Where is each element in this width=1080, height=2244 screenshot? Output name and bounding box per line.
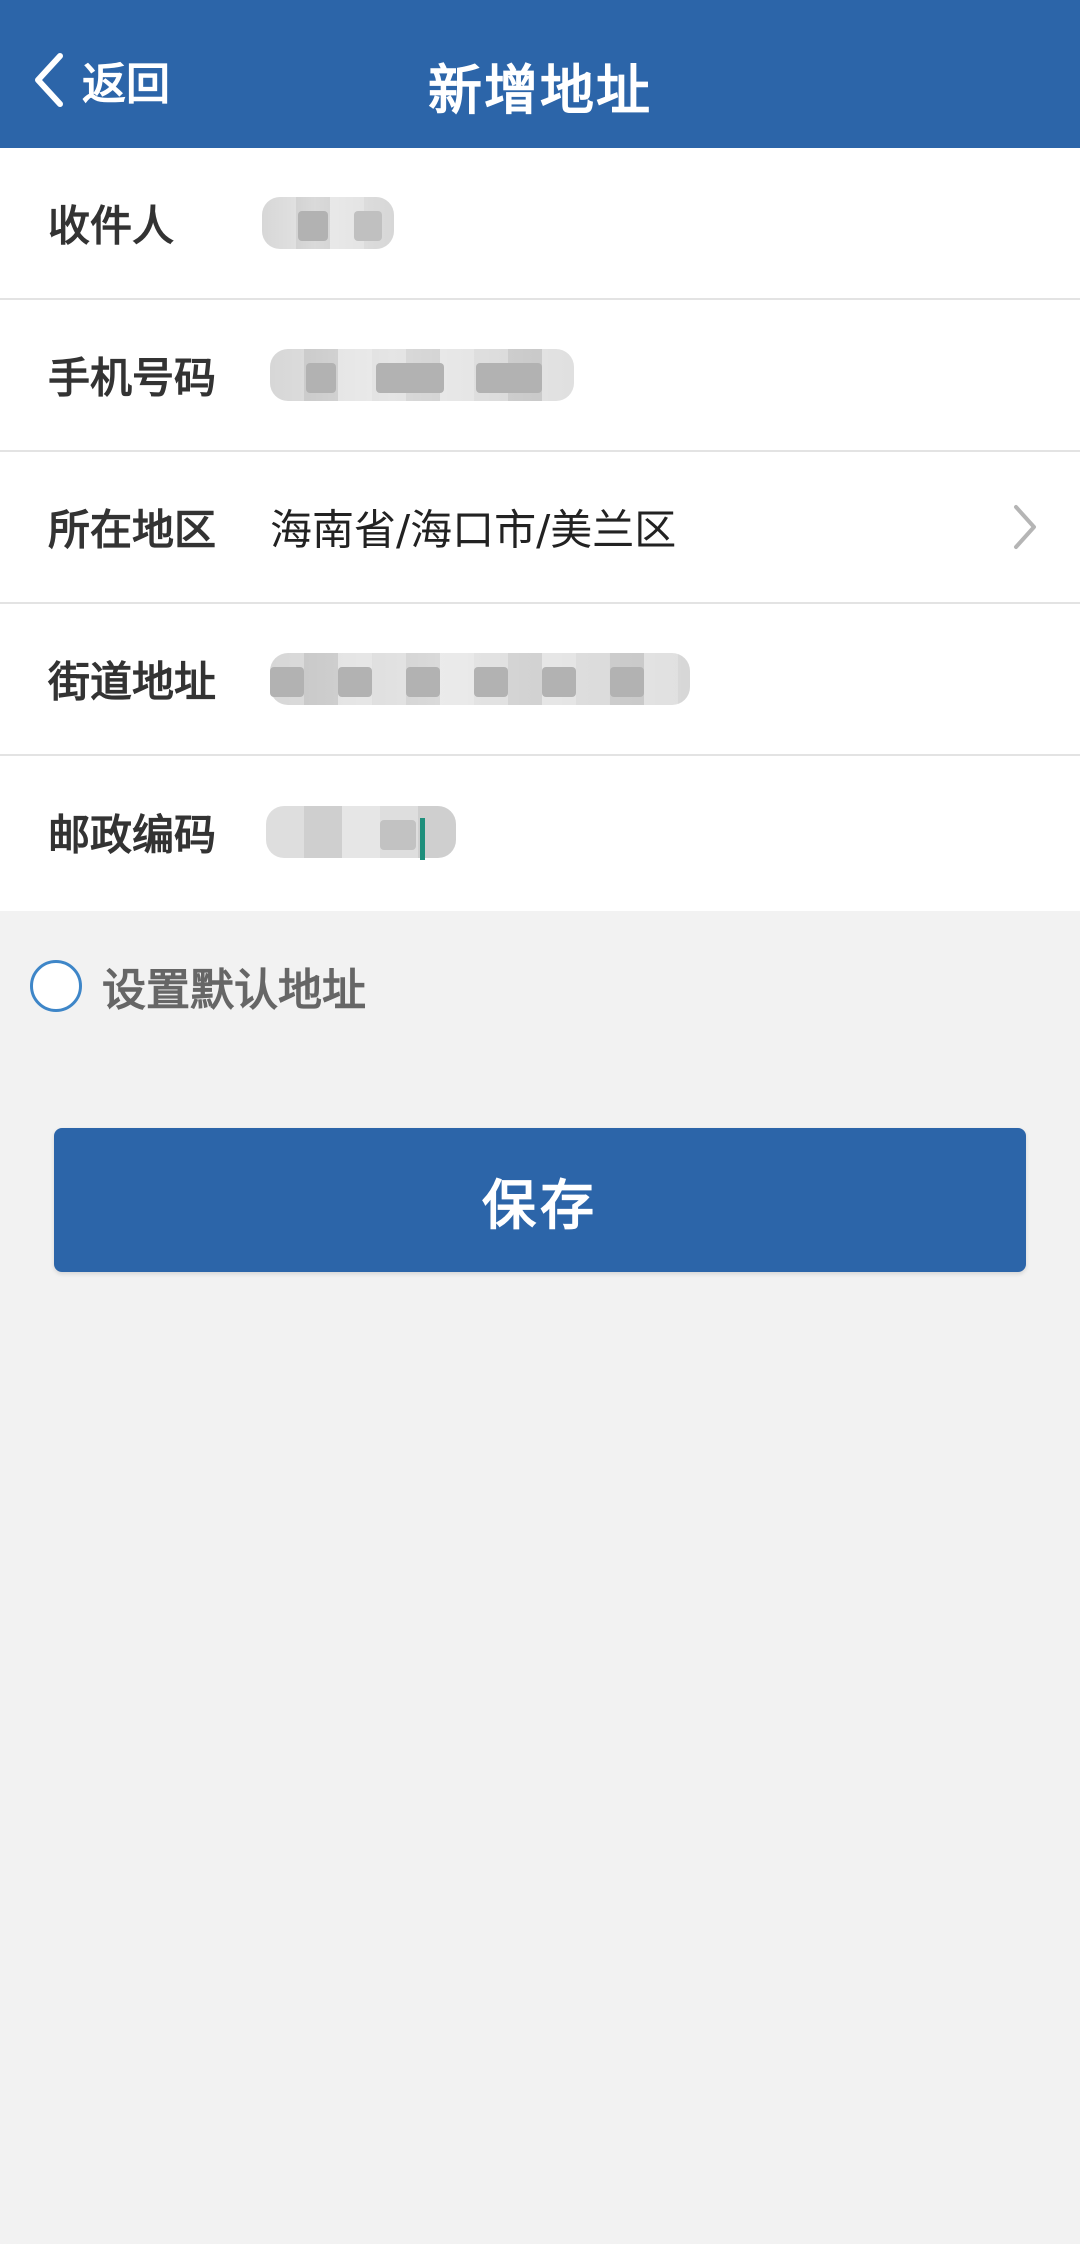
default-address-toggle[interactable]: 设置默认地址 (30, 956, 366, 1016)
region-value: 海南省/海口市/美兰区 (270, 505, 677, 555)
default-address-label: 设置默认地址 (102, 965, 366, 1016)
postcode-input[interactable] (266, 806, 456, 860)
recipient-label: 收件人 (48, 201, 175, 251)
address-form: 收件人 手机号码 所在地区 海南省/海口市/美兰区 街道地址 邮政编码 (0, 148, 1080, 911)
phone-label: 手机号码 (48, 353, 217, 403)
phone-row[interactable]: 手机号码 (0, 300, 1080, 452)
postcode-label: 邮政编码 (48, 810, 217, 860)
blur-block (298, 211, 328, 241)
region-label: 所在地区 (48, 505, 217, 555)
recipient-row[interactable]: 收件人 (0, 148, 1080, 300)
street-input[interactable] (270, 653, 690, 705)
default-address-radio[interactable] (30, 960, 82, 1012)
blur-block (376, 363, 444, 393)
phone-input[interactable] (270, 349, 574, 401)
postcode-row[interactable]: 邮政编码 (0, 756, 1080, 908)
save-button[interactable]: 保存 (54, 1128, 1026, 1272)
blur-block (406, 667, 440, 697)
blur-block (306, 363, 336, 393)
blur-block (474, 667, 508, 697)
blur-block (270, 667, 304, 697)
recipient-input[interactable] (262, 197, 394, 249)
region-row[interactable]: 所在地区 海南省/海口市/美兰区 (0, 452, 1080, 604)
blur-block (354, 211, 382, 241)
street-row[interactable]: 街道地址 (0, 604, 1080, 756)
chevron-right-icon (1014, 505, 1036, 549)
text-cursor (420, 818, 425, 860)
blur-block (610, 667, 644, 697)
blur-block (476, 363, 542, 393)
street-label: 街道地址 (48, 657, 217, 707)
top-nav-bar: 返回 新增地址 (0, 0, 1080, 148)
blur-block (380, 820, 416, 850)
blur-block (338, 667, 372, 697)
page-title: 新增地址 (428, 59, 652, 122)
blur-block (542, 667, 576, 697)
